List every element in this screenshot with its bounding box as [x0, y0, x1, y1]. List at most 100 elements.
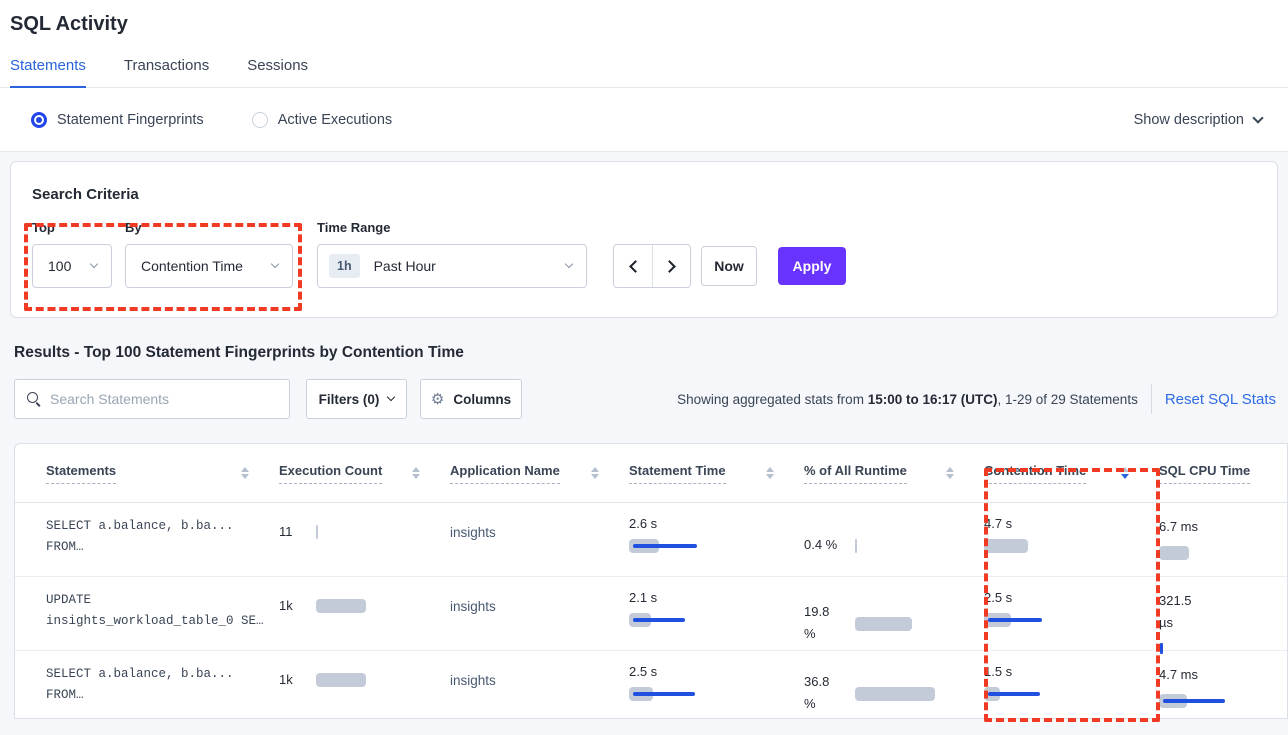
columns-label: Columns — [453, 392, 511, 407]
runtime-pct-cell: 19.8 % — [790, 588, 970, 657]
table-row: SELECT a.balance, b.ba... FROM… 11 insig… — [15, 503, 1287, 577]
table-row: SELECT a.balance, b.ba... FROM… 1k insig… — [15, 651, 1287, 719]
search-criteria-heading: Search Criteria — [32, 186, 139, 203]
application-name-cell: insights — [436, 590, 615, 657]
top-field: Top 100 — [32, 220, 112, 288]
results-heading: Results - Top 100 Statement Fingerprints… — [14, 344, 1288, 362]
search-icon — [27, 392, 41, 406]
radio-unselected-icon — [252, 112, 268, 128]
column-header-statement-time: Statement Time — [615, 463, 790, 484]
toolbar-divider — [1151, 384, 1152, 414]
sql-cpu-time-bar — [1159, 693, 1279, 709]
radio-selected-icon — [31, 112, 47, 128]
sort-icon[interactable] — [241, 467, 249, 479]
runtime-pct-cell: 0.4 % — [790, 514, 970, 576]
tab-transactions[interactable]: Transactions — [124, 57, 209, 87]
filters-label: Filters (0) — [319, 392, 380, 407]
previous-range-button[interactable] — [614, 245, 652, 287]
tab-bar: Statements Transactions Sessions — [0, 57, 1288, 88]
show-description-toggle[interactable]: Show description — [1134, 112, 1262, 128]
execution-count-cell: 1k — [265, 664, 436, 719]
execution-count-bar — [316, 672, 436, 688]
sql-cpu-time-cell: 321.5 µs — [1145, 590, 1287, 657]
column-header-contention-time: Contention Time — [970, 463, 1145, 484]
statements-table: Statements Execution Count Application N… — [14, 443, 1288, 719]
tab-sessions[interactable]: Sessions — [247, 57, 308, 87]
stats-time-range: 15:00 to 16:17 (UTC) — [868, 392, 998, 407]
sort-icon[interactable] — [591, 467, 599, 479]
show-description-label: Show description — [1134, 112, 1244, 128]
runtime-pct-bar — [855, 616, 971, 632]
statement-time-cell: 2.5 s — [615, 664, 790, 719]
radio-label: Active Executions — [278, 112, 392, 128]
time-range-pager — [613, 244, 691, 288]
radio-label: Statement Fingerprints — [57, 112, 204, 128]
execution-count-cell: 1k — [265, 590, 436, 657]
time-range-field: Time Range 1h Past Hour — [317, 220, 587, 288]
chevron-left-icon — [629, 260, 642, 273]
search-statements-box — [14, 379, 290, 419]
runtime-pct-bar — [855, 686, 971, 702]
results-toolbar: Filters (0) ⚙ Columns Showing aggregated… — [14, 379, 1278, 419]
sort-icon[interactable] — [766, 467, 774, 479]
view-toggle-bar: Statement Fingerprints Active Executions… — [0, 88, 1288, 152]
runtime-pct-cell: 36.8 % — [790, 662, 970, 719]
by-label: By — [125, 220, 293, 235]
statement-link[interactable]: SELECT a.balance, b.ba... FROM… — [15, 664, 265, 719]
chevron-right-icon — [663, 260, 676, 273]
statement-link[interactable]: UPDATE insights_workload_table_0 SE… — [15, 590, 265, 657]
application-name-cell: insights — [436, 516, 615, 576]
aggregated-stats-text: Showing aggregated stats from 15:00 to 1… — [677, 392, 1138, 407]
top-label: Top — [32, 220, 112, 235]
table-row: UPDATE insights_workload_table_0 SE… 1k … — [15, 577, 1287, 651]
chevron-down-icon — [387, 393, 395, 401]
columns-button[interactable]: ⚙ Columns — [420, 379, 522, 419]
statement-time-bar — [629, 538, 749, 554]
contention-time-cell: 2.5 s — [970, 590, 1145, 657]
column-header-runtime-pct: % of All Runtime — [790, 463, 970, 484]
column-header-execution-count: Execution Count — [265, 463, 436, 484]
page-title: SQL Activity — [0, 0, 1288, 36]
table-header-row: Statements Execution Count Application N… — [15, 444, 1287, 503]
time-range-value: Past Hour — [374, 258, 436, 274]
sql-cpu-time-bar — [1159, 545, 1279, 561]
sql-cpu-time-cell: 4.7 ms — [1145, 664, 1287, 719]
sql-cpu-time-cell: 6.7 ms — [1145, 516, 1287, 576]
chevron-down-icon — [271, 260, 279, 268]
by-field: By Contention Time — [125, 220, 293, 288]
sort-icon[interactable] — [412, 467, 420, 479]
radio-active-executions[interactable]: Active Executions — [252, 112, 392, 128]
column-header-sql-cpu-time: SQL CPU Time — [1145, 463, 1287, 484]
sql-cpu-time-bar — [1159, 641, 1279, 657]
execution-count-bar — [316, 598, 436, 614]
contention-time-bar — [984, 686, 1104, 702]
now-button[interactable]: Now — [701, 246, 757, 286]
search-statements-input[interactable] — [50, 391, 260, 407]
column-header-statements: Statements — [15, 463, 265, 484]
by-select[interactable]: Contention Time — [125, 244, 293, 288]
statement-time-cell: 2.1 s — [615, 590, 790, 657]
sort-icon[interactable] — [946, 467, 954, 479]
search-criteria-card: Search Criteria Top 100 By Contention Ti… — [10, 161, 1278, 318]
time-range-select[interactable]: 1h Past Hour — [317, 244, 587, 288]
column-header-application-name: Application Name — [436, 463, 615, 484]
sort-icon-active-desc[interactable] — [1121, 467, 1129, 479]
contention-time-bar — [984, 538, 1104, 554]
tab-statements[interactable]: Statements — [10, 57, 86, 88]
time-range-badge: 1h — [329, 254, 360, 278]
apply-button[interactable]: Apply — [778, 247, 846, 285]
chevron-down-icon — [1252, 112, 1263, 123]
top-select-value: 100 — [48, 258, 71, 274]
filters-button[interactable]: Filters (0) — [306, 379, 407, 419]
top-select[interactable]: 100 — [32, 244, 112, 288]
radio-statement-fingerprints[interactable]: Statement Fingerprints — [31, 112, 204, 128]
execution-count-bar — [316, 524, 436, 540]
reset-sql-stats-link[interactable]: Reset SQL Stats — [1165, 391, 1276, 408]
runtime-pct-bar — [855, 538, 971, 554]
statement-time-cell: 2.6 s — [615, 516, 790, 576]
next-range-button[interactable] — [652, 245, 690, 287]
statement-link[interactable]: SELECT a.balance, b.ba... FROM… — [15, 516, 265, 576]
gear-icon: ⚙ — [431, 390, 444, 408]
chevron-down-icon — [565, 260, 573, 268]
time-range-label: Time Range — [317, 220, 587, 235]
